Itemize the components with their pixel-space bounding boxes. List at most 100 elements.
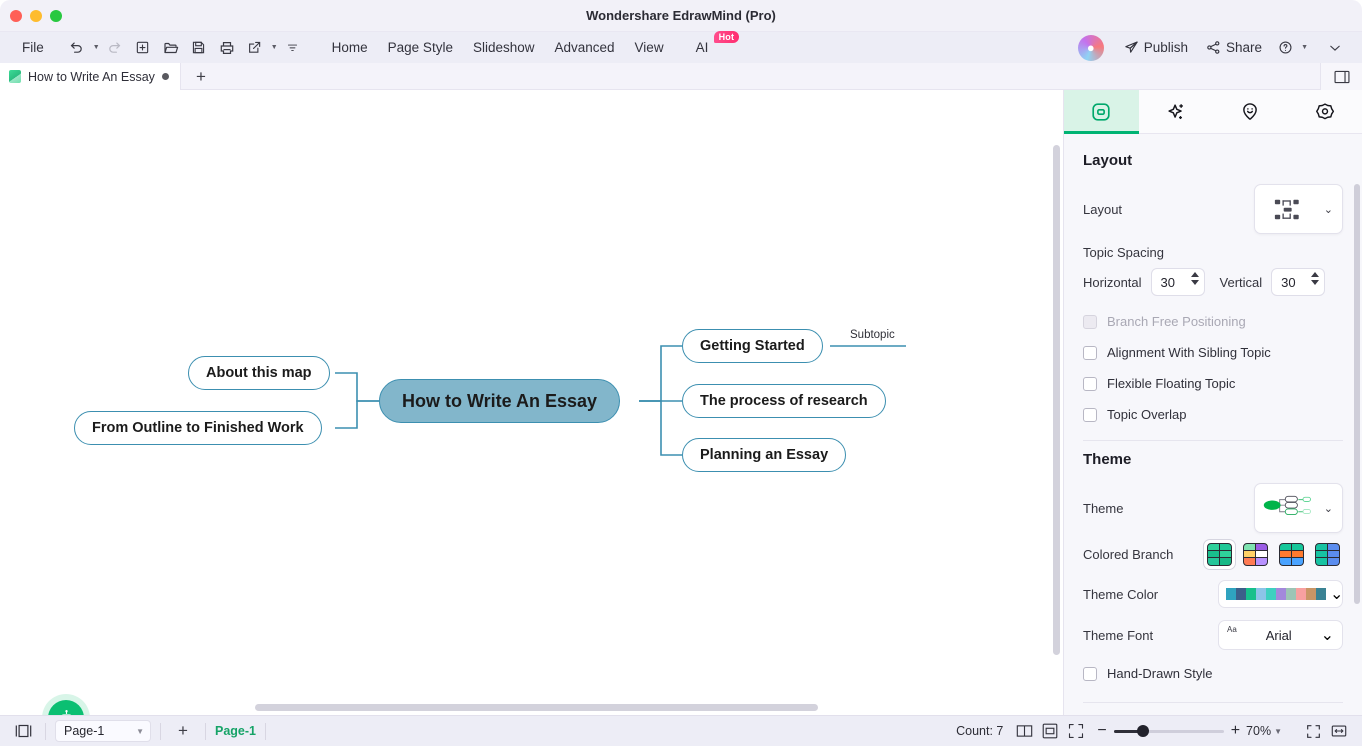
theme-dropdown[interactable]: ⌄ — [1254, 483, 1343, 533]
mindmap-node-planning-an-essay[interactable]: Planning an Essay — [682, 438, 847, 472]
chevron-down-icon: ▼ — [136, 726, 144, 736]
add-page-button[interactable]: + — [170, 718, 196, 744]
layout-row: Layout ⌄ — [1083, 183, 1343, 235]
panel-right-icon — [1333, 70, 1350, 83]
mindmap-node-about-this-map[interactable]: About this map — [188, 356, 330, 390]
colored-branch-option-4[interactable] — [1312, 540, 1343, 569]
page-select[interactable]: Page-1 ▼ — [55, 720, 151, 742]
spinner-up-icon — [1311, 272, 1320, 277]
colored-branch-option-2[interactable] — [1240, 540, 1271, 569]
smiley-pin-icon — [1243, 102, 1258, 120]
menu-bar: File ▼ ▼ Home Page Style Slideshow Advan… — [0, 31, 1362, 63]
theme-color-dropdown[interactable]: ⌄ — [1218, 580, 1343, 608]
theme-font-dropdown[interactable]: Aa Arial ⌄ — [1218, 620, 1343, 650]
publish-button[interactable]: Publish — [1116, 32, 1196, 63]
help-icon[interactable] — [1272, 35, 1298, 61]
document-tab[interactable]: How to Write An Essay — [0, 63, 181, 90]
horizontal-spinner[interactable] — [1190, 272, 1199, 285]
open-folder-icon[interactable] — [158, 35, 184, 61]
checkbox-icon[interactable] — [1083, 407, 1097, 422]
checkbox-icon[interactable] — [1083, 345, 1097, 360]
full-canvas-button[interactable] — [1063, 718, 1089, 744]
undo-dropdown-icon[interactable]: ▼ — [93, 44, 100, 51]
canvas-vertical-scrollbar[interactable] — [1053, 145, 1060, 655]
collapse-ribbon-icon[interactable] — [1322, 35, 1348, 61]
fit-width-button[interactable] — [1326, 718, 1352, 744]
swatch-grid — [1207, 542, 1232, 566]
spinner-up-icon — [1190, 272, 1199, 277]
book-view-button[interactable] — [1011, 718, 1037, 744]
mindmap-node-subtopic[interactable]: Subtopic — [850, 329, 895, 341]
mindmap-root-node[interactable]: How to Write An Essay — [379, 379, 621, 423]
share-button[interactable]: Share — [1198, 32, 1270, 63]
zoom-dropdown-icon[interactable]: ▼ — [1274, 727, 1282, 736]
export-dropdown-icon[interactable]: ▼ — [271, 44, 278, 51]
fit-page-button[interactable] — [1037, 718, 1063, 744]
theme-font-row: Theme Font Aa Arial ⌄ — [1083, 614, 1343, 656]
fit-page-icon — [1043, 723, 1058, 739]
menu-tab-view[interactable]: View — [625, 32, 674, 63]
zoom-slider[interactable] — [1113, 724, 1224, 738]
font-aa-icon: Aa — [1227, 625, 1237, 634]
right-panel: Layout Layout ⌄ Topic Spacing Horizontal… — [1063, 90, 1362, 715]
new-tab-button[interactable]: + — [188, 63, 214, 90]
undo-icon[interactable] — [64, 35, 90, 61]
export-icon[interactable] — [242, 35, 268, 61]
horizontal-spacing-input[interactable]: 30 — [1150, 268, 1205, 296]
mindmap-node-from-outline-to-finished-work[interactable]: From Outline to Finished Work — [74, 411, 322, 445]
panel-scrollbar[interactable] — [1354, 184, 1360, 604]
checkbox-topic-overlap[interactable]: Topic Overlap — [1083, 399, 1343, 430]
zoom-slider-handle[interactable] — [1136, 725, 1149, 737]
mindmap-node-the-process-of-research[interactable]: The process of research — [682, 384, 886, 418]
panel-tab-icon[interactable] — [1288, 90, 1362, 133]
vertical-spinner[interactable] — [1311, 272, 1320, 285]
vertical-label: Vertical — [1219, 274, 1263, 290]
checkbox-hand-drawn-style[interactable]: Hand-Drawn Style — [1083, 658, 1343, 689]
fullscreen-icon — [1306, 724, 1320, 738]
fullscreen-button[interactable] — [1300, 718, 1326, 744]
colored-branch-option-1[interactable] — [1204, 539, 1235, 569]
avatar[interactable]: ● — [1077, 34, 1104, 61]
print-icon[interactable] — [214, 35, 240, 61]
zoom-in-button[interactable]: + — [1231, 722, 1240, 740]
checkbox-icon[interactable] — [1083, 376, 1097, 391]
document-tab-strip: How to Write An Essay + — [0, 63, 1362, 90]
checkbox-flexible-floating-topic[interactable]: Flexible Floating Topic — [1083, 368, 1343, 399]
more-tools-icon[interactable] — [280, 35, 306, 61]
unsaved-indicator-icon[interactable] — [161, 73, 169, 80]
panel-tab-shape[interactable] — [1064, 90, 1139, 134]
current-page-tab[interactable]: Page-1 — [215, 724, 256, 738]
layout-dropdown[interactable]: ⌄ — [1254, 184, 1343, 234]
horizontal-label: Horizontal — [1083, 274, 1142, 290]
outline-view-button[interactable] — [10, 718, 36, 744]
menu-tab-advanced[interactable]: Advanced — [545, 32, 625, 63]
flower-icon — [1315, 102, 1334, 119]
checkbox-alignment-with-sibling-topic[interactable]: Alignment With Sibling Topic — [1083, 337, 1343, 368]
toggle-right-panel-button[interactable] — [1320, 63, 1362, 90]
menu-tab-slideshow[interactable]: Slideshow — [463, 32, 545, 63]
theme-font-label: Theme Font — [1083, 627, 1154, 643]
menu-file[interactable]: File — [0, 32, 54, 63]
menu-tab-home[interactable]: Home — [322, 32, 378, 63]
checkbox-icon[interactable] — [1083, 666, 1097, 681]
edrawmind-window: Wondershare EdrawMind (Pro) File ▼ ▼ Hom… — [0, 0, 1362, 746]
checkbox-branch-free-positioning: Branch Free Positioning — [1083, 306, 1343, 337]
help-dropdown-icon[interactable]: ▼ — [1301, 44, 1308, 51]
new-icon[interactable] — [130, 35, 156, 61]
panel-tab-ai[interactable] — [1139, 90, 1214, 133]
save-icon[interactable] — [186, 35, 212, 61]
menu-tab-page-style[interactable]: Page Style — [378, 32, 463, 63]
spinner-down-icon — [1311, 280, 1320, 285]
full-canvas-icon — [1069, 723, 1084, 739]
status-bar: Page-1 ▼ + Page-1 Count: 7 − + 70% ▼ — [0, 715, 1362, 746]
theme-color-row: Theme Color ⌄ — [1083, 574, 1343, 614]
mindmap-node-getting-started[interactable]: Getting Started — [682, 329, 823, 363]
chevron-down-icon: ⌄ — [1323, 203, 1333, 216]
canvas-horizontal-scrollbar[interactable] — [255, 704, 818, 711]
panel-tab-sticker[interactable] — [1213, 90, 1288, 133]
colored-branch-option-3[interactable] — [1276, 540, 1307, 569]
ai-menu-button[interactable]: AI Hot — [696, 31, 740, 55]
mindmap-canvas[interactable]: How to Write An Essay About this map Fro… — [0, 90, 1063, 715]
zoom-out-button[interactable]: − — [1097, 722, 1106, 740]
vertical-spacing-input[interactable]: 30 — [1271, 268, 1326, 296]
